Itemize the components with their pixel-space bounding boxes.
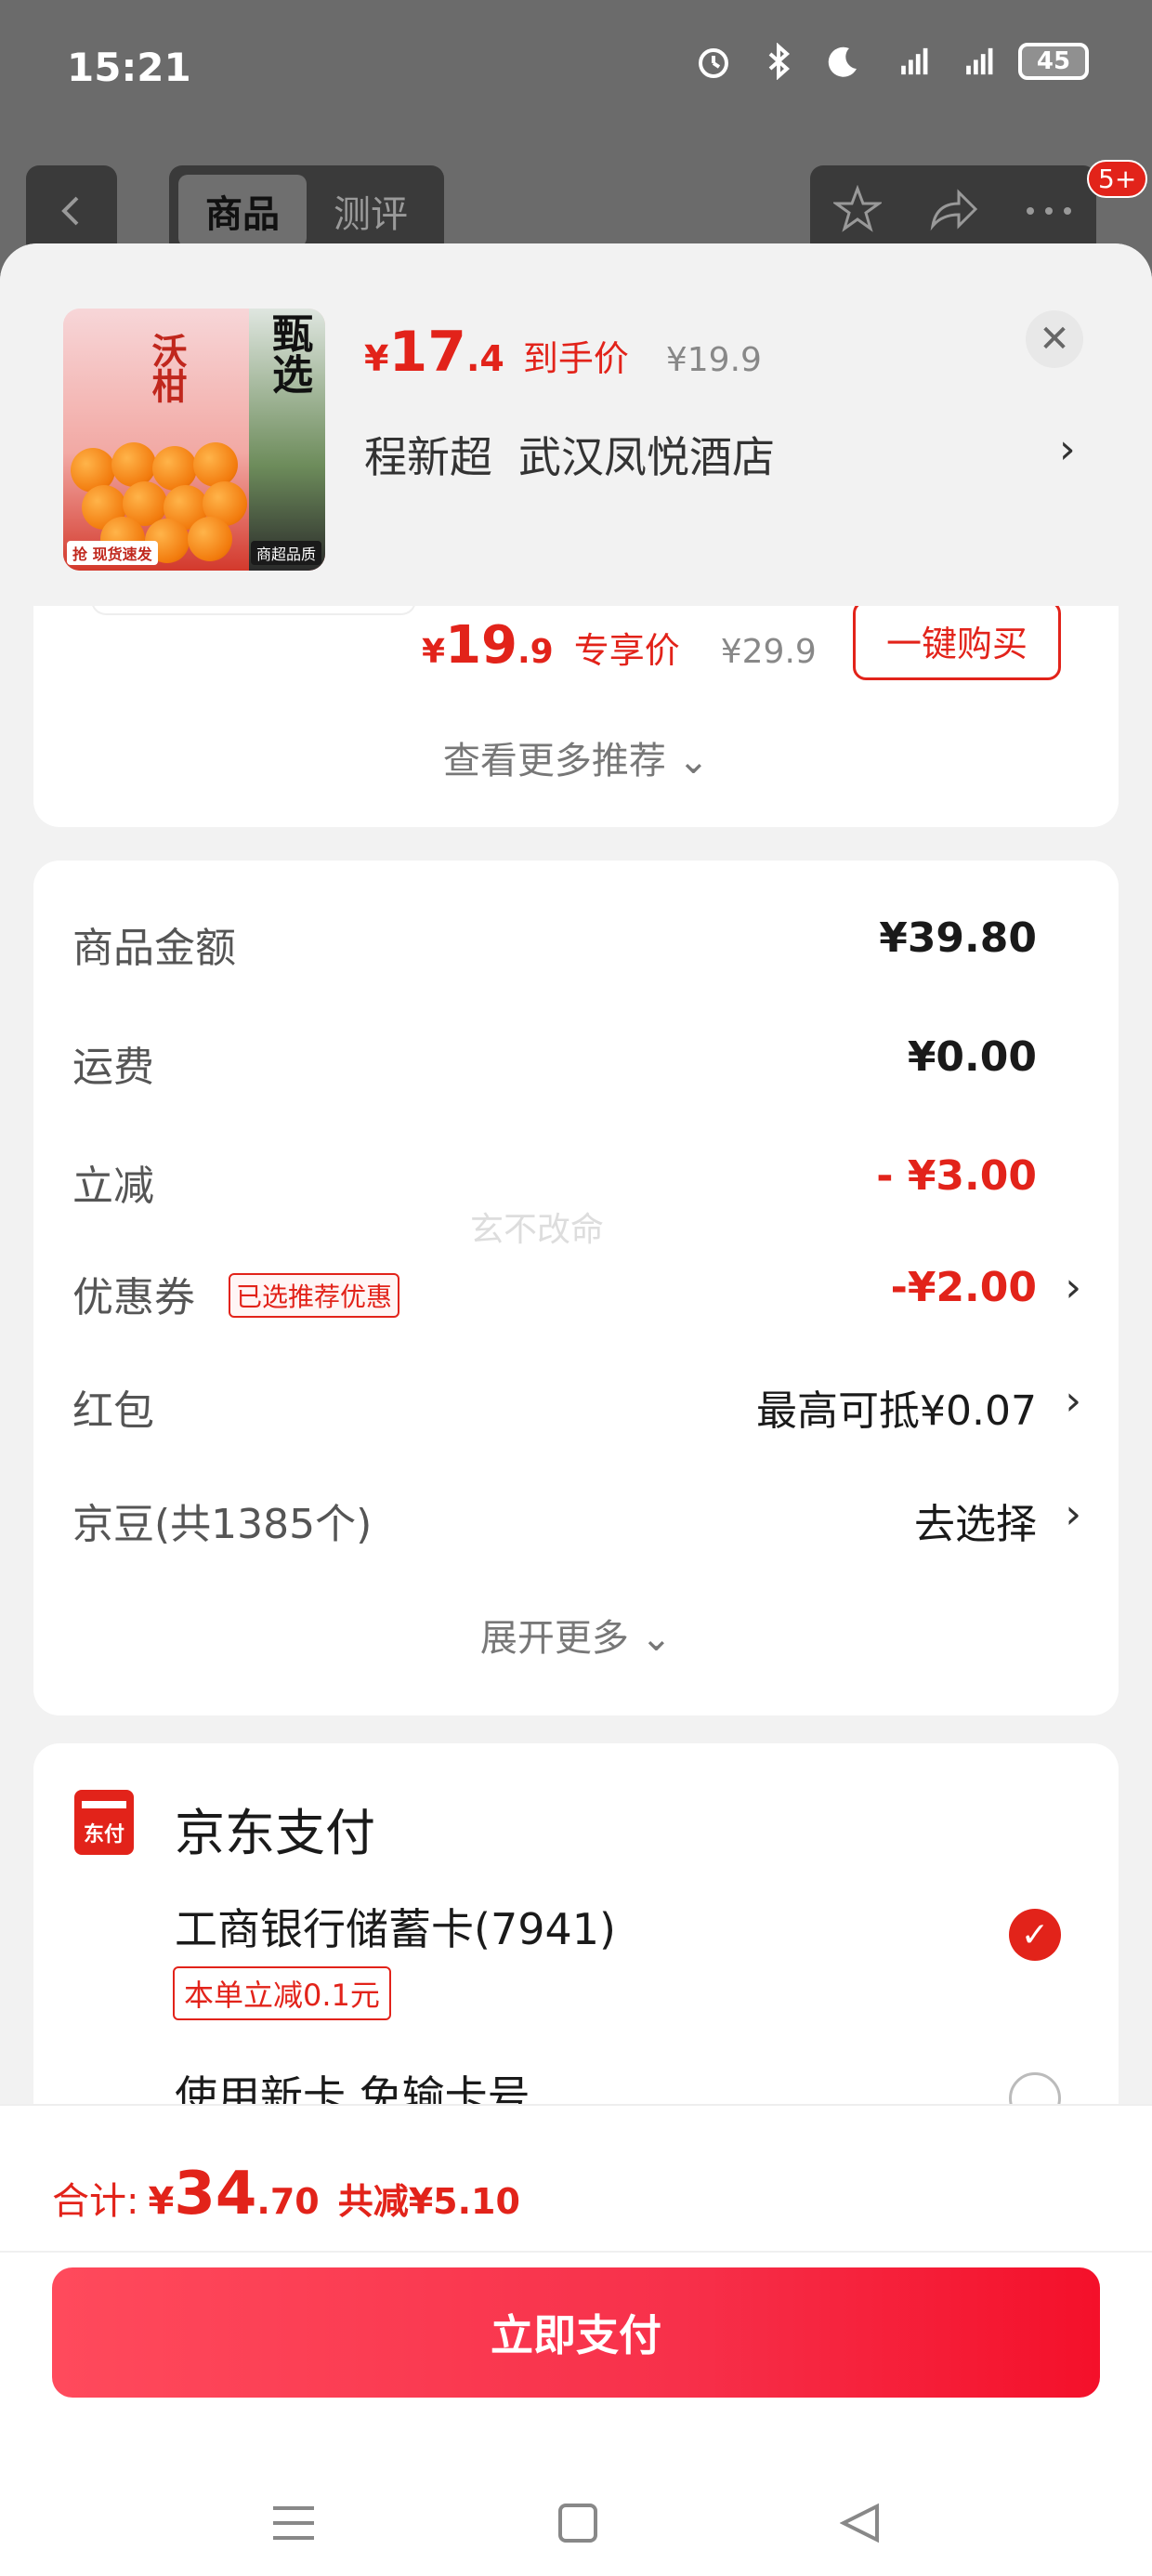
menu-icon[interactable] <box>271 2500 316 2556</box>
rec-price-label: 专享价 <box>573 630 680 671</box>
more-icon[interactable] <box>1025 203 1073 220</box>
jd-pay-logo-icon: 东付 <box>74 1790 134 1855</box>
more-recommend-link[interactable]: 查看更多推荐 ⌄ <box>33 730 1119 784</box>
total-label: 合计: <box>52 2180 139 2223</box>
home-icon[interactable] <box>557 2500 598 2556</box>
share-icon[interactable] <box>927 185 979 237</box>
price-decimal: .4 <box>465 338 504 379</box>
total-decimal: .70 <box>256 2181 320 2222</box>
alarm-icon <box>693 41 734 82</box>
product-tag-right: 商超品质 <box>250 541 321 565</box>
row-value: 最高可抵¥0.07 <box>756 1387 1037 1435</box>
rec-original-price: ¥29.9 <box>720 633 817 671</box>
hotel-name: 武汉凤悦酒店 <box>518 432 775 482</box>
row-value: -¥2.00 <box>890 1264 1037 1311</box>
bank-discount-tag: 本单立减0.1元 <box>173 1966 391 2020</box>
total-saved: 共减¥5.10 <box>337 2181 520 2222</box>
row-label: 立减 <box>72 1163 154 1210</box>
price-label: 到手价 <box>522 338 629 379</box>
row-label: 运费 <box>72 1044 154 1091</box>
price-currency: ¥ <box>364 338 389 379</box>
back-triangle-icon[interactable] <box>839 2500 881 2556</box>
bank-card-option[interactable]: 工商银行储蓄卡(7941) <box>175 1896 616 1957</box>
rec-price-decimal: .9 <box>517 633 554 671</box>
one-click-buy-button[interactable]: 一键购买 <box>853 600 1061 680</box>
star-icon[interactable] <box>831 184 884 237</box>
orange-icon <box>193 442 238 487</box>
total-integer: 34 <box>174 2160 257 2228</box>
row-label: 京豆(共1385个) <box>72 1501 373 1548</box>
status-icons: 45 <box>693 41 1089 82</box>
orange-icon <box>188 517 232 561</box>
expand-more-link[interactable]: 展开更多 ⌄ <box>33 1608 1119 1662</box>
order-total: 合计: ¥ 34 .70 共减¥5.10 <box>52 2160 520 2228</box>
battery-icon: 45 <box>1018 43 1089 80</box>
signal-icon-2 <box>953 41 994 82</box>
payment-title: 京东支付 <box>175 1804 375 1862</box>
signal-icon-1 <box>888 41 929 82</box>
recommend-price: ¥ 19 .9 专享价 ¥29.9 <box>422 615 817 676</box>
coupon-tag: 已选推荐优惠 <box>229 1273 400 1318</box>
row-label: 优惠券 <box>72 1274 195 1321</box>
header-price: ¥ 17 .4 到手价 ¥19.9 <box>364 320 762 385</box>
status-bar: 15:21 45 <box>0 0 1152 139</box>
product-image: 沃柑 甄选 抢 现货速发 商超品质 <box>63 309 325 571</box>
chevron-right-icon: › <box>1065 1377 1081 1425</box>
rec-price-currency: ¥ <box>422 633 446 671</box>
row-label: 红包 <box>72 1387 154 1435</box>
rec-price-integer: 19 <box>445 615 517 676</box>
summary-row-redpacket[interactable]: 红包 最高可抵¥0.07 › <box>72 1377 1081 1442</box>
chevron-right-icon: › <box>1065 1491 1081 1538</box>
summary-row-goods: 商品金额 ¥39.80 <box>72 914 1081 979</box>
divider <box>0 2251 1152 2253</box>
tab-product[interactable]: 商品 <box>178 175 307 247</box>
product-title-red: 沃柑 <box>146 333 188 403</box>
system-nav-bar <box>0 2500 1152 2574</box>
moon-icon <box>823 41 864 82</box>
tab-review[interactable]: 测评 <box>307 175 435 247</box>
chevron-left-icon <box>61 196 79 226</box>
summary-row-coupon[interactable]: 优惠券 已选推荐优惠 -¥2.00 › <box>72 1264 1081 1329</box>
product-tag-left: 抢 现货速发 <box>67 541 158 565</box>
product-title-black: 甄选 <box>265 312 312 394</box>
status-time: 15:21 <box>67 45 191 90</box>
summary-row-shipping: 运费 ¥0.00 <box>72 1033 1081 1098</box>
total-currency: ¥ <box>148 2180 175 2223</box>
shop-line[interactable]: 程新超 武汉凤悦酒店 <box>364 424 775 485</box>
row-label: 商品金额 <box>72 925 236 972</box>
sheet-header: 沃柑 甄选 抢 现货速发 商超品质 ¥ 17 .4 到手价 ¥19.9 ✕ 程新… <box>0 243 1152 606</box>
row-value: 去选择 <box>914 1501 1037 1548</box>
close-icon: ✕ <box>1039 318 1070 361</box>
shop-name: 程新超 <box>364 432 492 482</box>
message-badge: 5+ <box>1087 160 1148 198</box>
price-integer: 17 <box>388 320 466 385</box>
orange-icon <box>152 446 197 491</box>
bluetooth-icon <box>758 41 799 82</box>
orange-icon <box>111 442 156 487</box>
summary-row-jingdou[interactable]: 京豆(共1385个) 去选择 › <box>72 1491 1081 1556</box>
order-summary-card: 商品金额 ¥39.80 运费 ¥0.00 立减 - ¥3.00 优惠券 已选推荐… <box>33 861 1119 1715</box>
row-value: ¥0.00 <box>907 1033 1037 1081</box>
pay-now-button[interactable]: 立即支付 <box>52 2267 1100 2398</box>
close-button[interactable]: ✕ <box>1026 310 1083 368</box>
chevron-right-icon[interactable]: › <box>1059 426 1076 473</box>
row-value: - ¥3.00 <box>876 1152 1037 1200</box>
bottom-bar: 合计: ¥ 34 .70 共减¥5.10 立即支付 <box>0 2104 1152 2576</box>
row-value: ¥39.80 <box>879 914 1037 962</box>
watermark: 玄不改命 <box>470 1211 605 1249</box>
check-icon[interactable]: ✓ <box>1009 1909 1061 1961</box>
chevron-right-icon: › <box>1065 1264 1081 1311</box>
original-price: ¥19.9 <box>665 341 762 379</box>
